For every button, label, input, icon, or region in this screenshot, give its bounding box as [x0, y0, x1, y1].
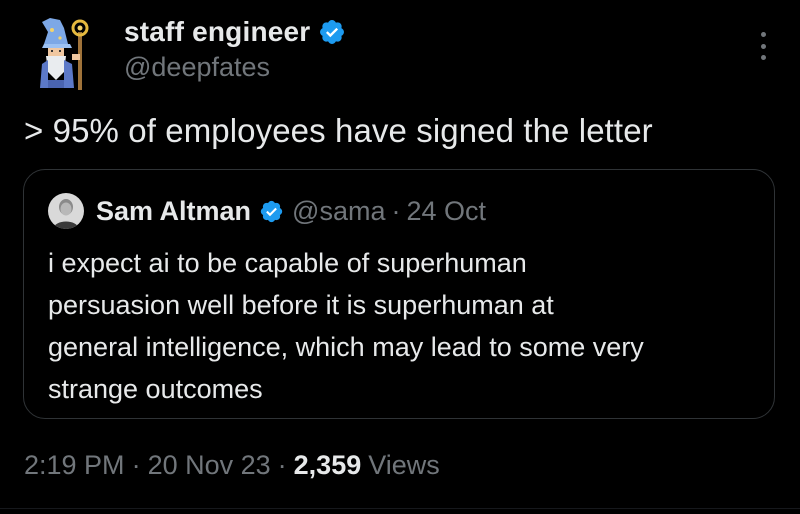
quoted-author-avatar[interactable]	[48, 193, 84, 229]
tweet-text: > 95% of employees have signed the lette…	[24, 112, 653, 149]
author-handle[interactable]: @deepfates	[124, 52, 346, 83]
quoted-text-line: persuasion well before it is superhuman …	[48, 290, 554, 320]
quoted-text-line: general intelligence, which may lead to …	[48, 332, 644, 362]
tweet: staff engineer @deepfates > 95% of emplo…	[0, 0, 800, 514]
more-dot	[760, 55, 766, 60]
quoted-tweet[interactable]: Sam Altman @sama · 24 Oct i expect ai to…	[23, 169, 775, 419]
footer-separator: ·	[131, 450, 141, 480]
tweet-time[interactable]: 2:19 PM	[24, 450, 125, 481]
wizard-avatar-icon	[40, 18, 89, 90]
quoted-author-name[interactable]: Sam Altman	[96, 196, 251, 227]
quoted-separator: ·	[391, 195, 401, 226]
views-label: Views	[368, 450, 440, 480]
more-options-icon[interactable]	[758, 32, 768, 60]
author-name-row: staff engineer	[124, 14, 346, 50]
quoted-text-line: strange outcomes	[48, 374, 263, 404]
verified-badge-icon	[320, 20, 345, 44]
more-dot	[760, 32, 766, 37]
views-count[interactable]: 2,359	[294, 450, 362, 481]
author-block: staff engineer @deepfates	[124, 14, 346, 83]
quoted-text-line: i expect ai to be capable of superhuman	[48, 248, 527, 278]
quoted-date[interactable]: 24 Oct	[406, 196, 486, 227]
tweet-date[interactable]: 20 Nov 23	[148, 450, 271, 481]
footer-separator: ·	[277, 450, 287, 480]
quoted-tweet-header: Sam Altman @sama · 24 Oct	[48, 192, 486, 230]
author-avatar[interactable]	[30, 14, 102, 92]
divider	[0, 508, 800, 509]
verified-badge-icon	[260, 200, 283, 222]
quoted-author-handle[interactable]: @sama	[292, 196, 385, 227]
tweet-footer: 2:19 PM · 20 Nov 23 · 2,359 Views	[24, 450, 440, 481]
person-avatar-icon	[48, 193, 84, 229]
more-dot	[760, 43, 766, 49]
quoted-tweet-text: i expect ai to be capable of superhuman …	[48, 242, 758, 410]
author-name[interactable]: staff engineer	[124, 16, 310, 48]
